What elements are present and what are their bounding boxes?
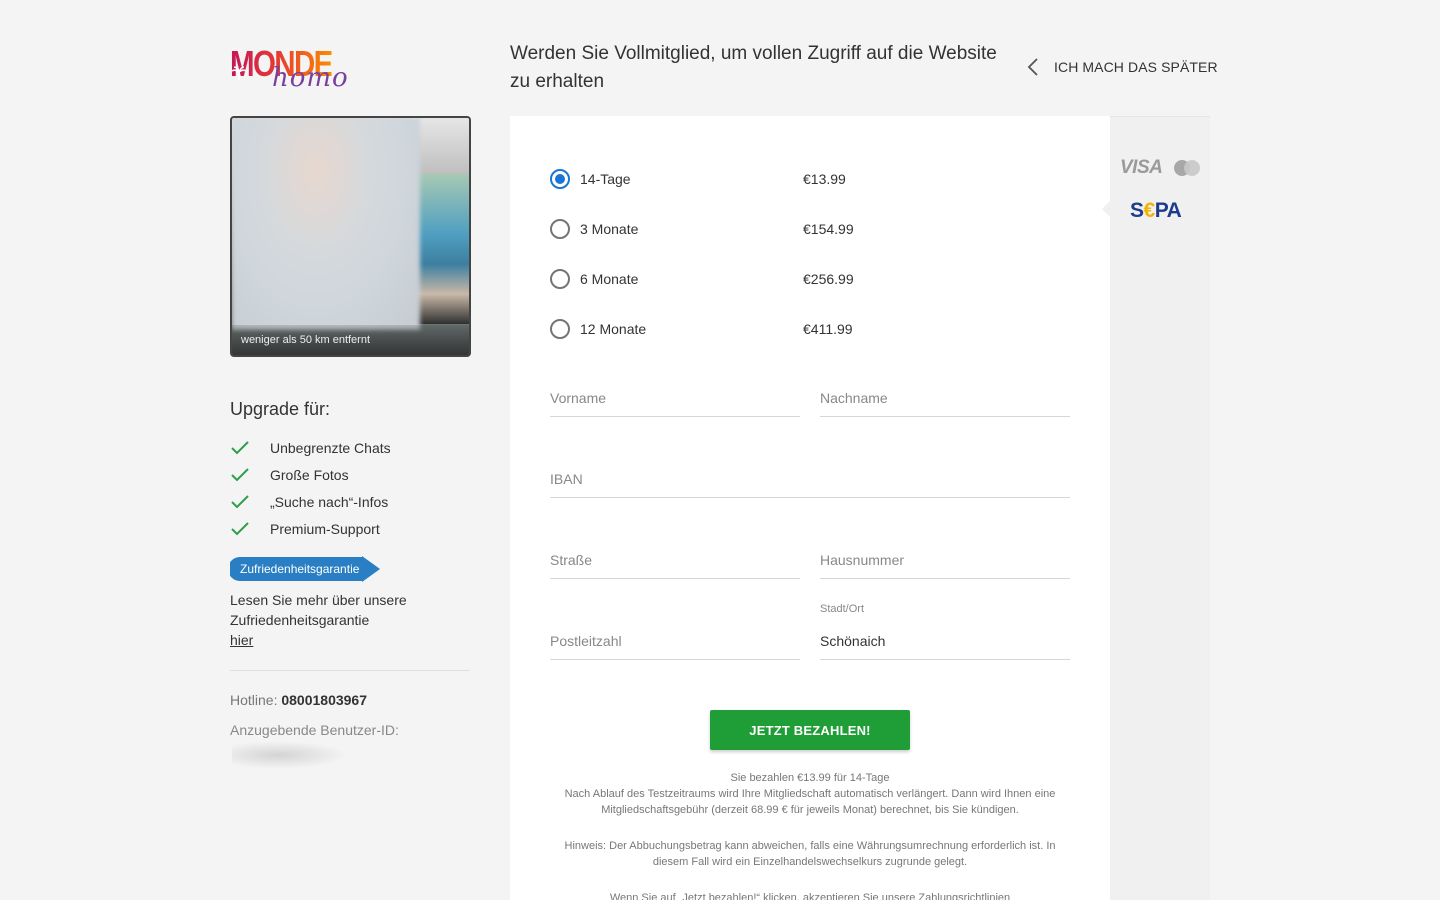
- house-number-field[interactable]: Hausnummer: [820, 540, 1070, 579]
- feature-list: Unbegrenzte Chats Große Fotos „Suche nac…: [230, 434, 391, 542]
- hotline: Hotline: 08001803967: [230, 692, 367, 708]
- blurred-user-id: [232, 741, 348, 769]
- feature-label: Premium-Support: [270, 520, 380, 537]
- profile-photo-card[interactable]: weniger als 50 km entfernt: [230, 116, 471, 357]
- sepa-logo[interactable]: S€PA: [1130, 199, 1182, 223]
- plan-option-14-days[interactable]: 14-Tage €13.99: [550, 154, 854, 204]
- zip-placeholder: Postleitzahl: [550, 633, 622, 649]
- iban-field[interactable]: IBAN: [550, 459, 1070, 498]
- plan-price: €411.99: [803, 321, 853, 337]
- blurred-profile-photo: [232, 118, 420, 330]
- radio-unselected[interactable]: [550, 319, 570, 339]
- feature-item: Unbegrenzte Chats: [230, 434, 391, 461]
- skip-later-label: ICH MACH DAS SPÄTER: [1054, 59, 1218, 75]
- radio-unselected[interactable]: [550, 269, 570, 289]
- plan-price: €154.99: [803, 221, 854, 237]
- skip-later-link[interactable]: ICH MACH DAS SPÄTER: [1026, 56, 1218, 78]
- fine-print-note: Hinweis: Der Abbuchungsbetrag kann abwei…: [564, 840, 1056, 868]
- city-field[interactable]: Stadt/Ort Schönaich: [820, 603, 1070, 660]
- fine-print-renewal: Nach Ablauf des Testzeitraums wird Ihre …: [564, 788, 1056, 816]
- last-name-placeholder: Nachname: [820, 390, 888, 406]
- feature-item: Große Fotos: [230, 461, 391, 488]
- visa-logo[interactable]: VISA: [1120, 157, 1163, 179]
- house-number-placeholder: Hausnummer: [820, 552, 905, 568]
- distance-label: weniger als 50 km entfernt: [241, 334, 371, 346]
- monde-homo-logo[interactable]: MONDE homo: [230, 44, 348, 93]
- feature-item: Premium-Support: [230, 515, 391, 542]
- divider: [230, 670, 470, 671]
- plan-option-12-months[interactable]: 12 Monate €411.99: [550, 304, 854, 354]
- radio-selected[interactable]: [550, 169, 570, 189]
- hotline-label: Hotline:: [230, 692, 278, 708]
- city-label: Stadt/Ort: [820, 603, 865, 615]
- feature-item: „Suche nach“-Infos: [230, 488, 391, 515]
- plan-price: €256.99: [803, 271, 854, 287]
- user-id-label: Anzugebende Benutzer-ID:: [230, 722, 399, 738]
- plan-name: 14-Tage: [580, 171, 631, 187]
- city-value: Schönaich: [820, 633, 886, 649]
- plan-name: 6 Monate: [580, 271, 639, 287]
- payment-form-panel: 14-Tage €13.99 3 Monate €154.99 6 Monate…: [510, 116, 1110, 900]
- feature-label: „Suche nach“-Infos: [270, 493, 389, 510]
- guarantee-info-link[interactable]: hier: [230, 630, 430, 650]
- zip-field[interactable]: Postleitzahl: [550, 621, 800, 660]
- iban-placeholder: IBAN: [550, 471, 583, 487]
- guarantee-info: Lesen Sie mehr über unsere Zufriedenheit…: [230, 590, 430, 650]
- sepa-s: S: [1130, 199, 1144, 222]
- sepa-pa: PA: [1154, 199, 1182, 222]
- check-icon: [231, 440, 249, 454]
- pay-now-button[interactable]: JETZT BEZAHLEN!: [710, 710, 910, 750]
- guarantee-badge: Zufriedenheitsgarantie: [228, 556, 380, 582]
- plan-option-6-months[interactable]: 6 Monate €256.99: [550, 254, 854, 304]
- feature-label: Große Fotos: [270, 466, 349, 483]
- plan-price: €13.99: [803, 171, 846, 187]
- check-icon: [231, 467, 249, 481]
- page-headline: Werden Sie Vollmitglied, um vollen Zugri…: [510, 43, 997, 92]
- fine-print-line1: Sie bezahlen €13.99 für 14-Tage: [730, 772, 890, 784]
- plan-name: 3 Monate: [580, 221, 639, 237]
- guarantee-info-text: Lesen Sie mehr über unsere Zufriedenheit…: [230, 592, 407, 628]
- plan-options: 14-Tage €13.99 3 Monate €154.99 6 Monate…: [550, 154, 854, 354]
- fine-print-terms: Wenn Sie auf „Jetzt bezahlen!“ klicken, …: [609, 892, 1011, 900]
- palm-tree-icon: [232, 66, 246, 80]
- last-name-field[interactable]: Nachname: [820, 378, 1070, 417]
- guarantee-badge-label: Zufriedenheitsgarantie: [240, 562, 360, 576]
- check-icon: [231, 521, 249, 535]
- radio-unselected[interactable]: [550, 219, 570, 239]
- plan-option-3-months[interactable]: 3 Monate €154.99: [550, 204, 854, 254]
- selection-notch: [1102, 201, 1110, 217]
- mastercard-icon[interactable]: [1172, 159, 1202, 177]
- plan-name: 12 Monate: [580, 321, 647, 337]
- street-placeholder: Straße: [550, 552, 593, 568]
- hotline-number[interactable]: 08001803967: [281, 692, 367, 708]
- chevron-left-icon: [1027, 58, 1038, 76]
- first-name-placeholder: Vorname: [550, 390, 607, 406]
- logo-sub-text: homo: [272, 63, 349, 93]
- first-name-field[interactable]: Vorname: [550, 378, 800, 417]
- feature-label: Unbegrenzte Chats: [270, 439, 391, 456]
- sepa-euro: €: [1143, 199, 1156, 222]
- check-icon: [231, 494, 249, 508]
- upgrade-title: Upgrade für:: [230, 399, 331, 419]
- payment-methods: VISA S€PA: [1102, 116, 1210, 900]
- street-field[interactable]: Straße: [550, 540, 800, 579]
